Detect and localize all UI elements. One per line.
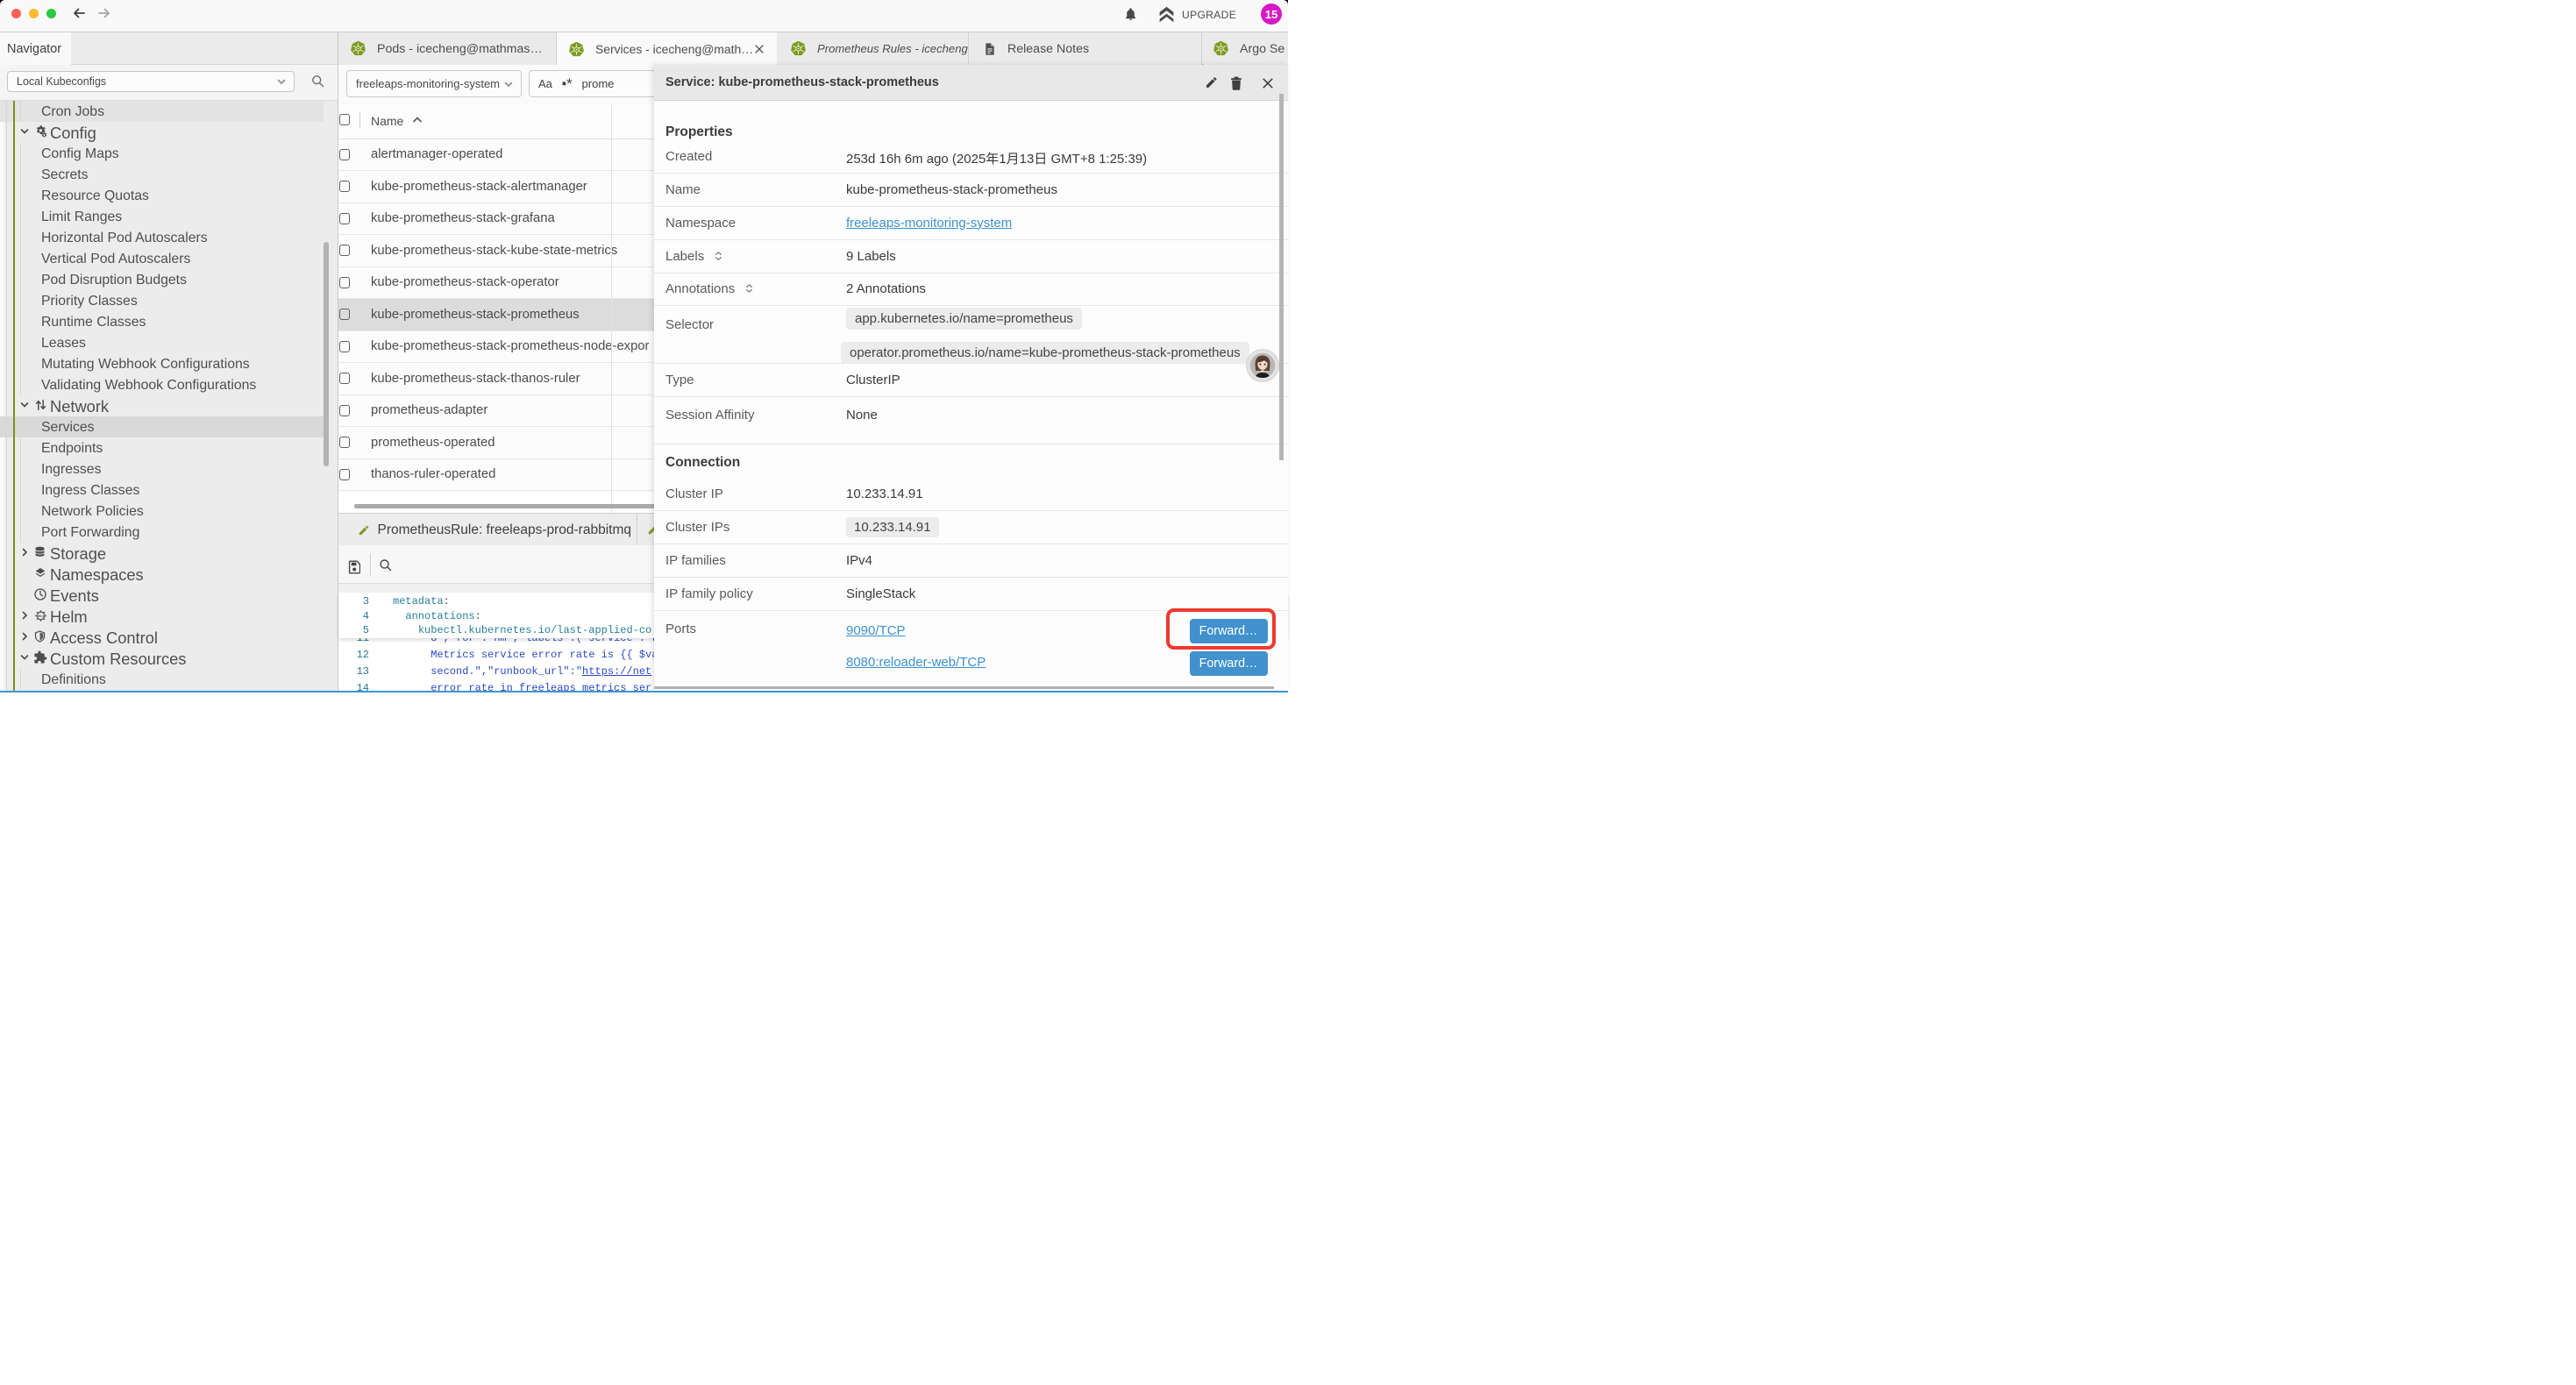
svg-text:HELM: HELM <box>36 614 45 617</box>
